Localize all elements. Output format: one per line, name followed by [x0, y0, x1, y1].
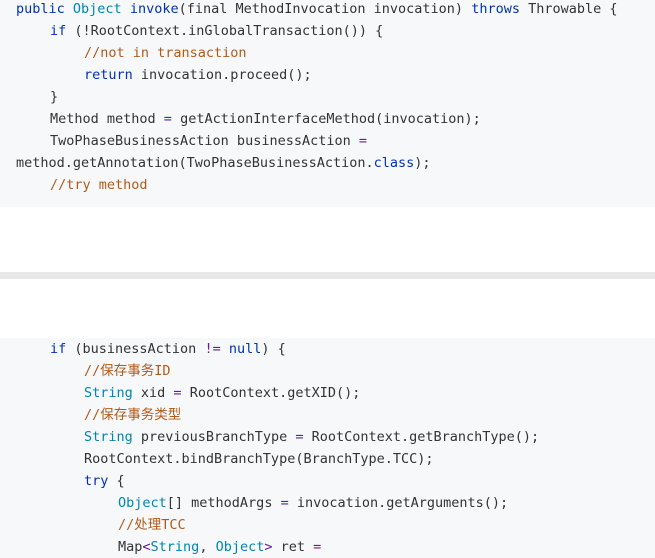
code-token: != — [204, 341, 221, 357]
code-line: String previousBranchType = RootContext.… — [84, 426, 539, 448]
code-token: String — [84, 385, 141, 401]
code-token: String — [150, 539, 200, 555]
code-line: RootContext.bindBranchType(BranchType.TC… — [84, 448, 434, 470]
code-line: method.getAnnotation(TwoPhaseBusinessAct… — [16, 152, 431, 174]
code-token: if — [50, 341, 75, 357]
code-token: invocation.proceed(); — [140, 67, 312, 83]
code-token: = — [358, 133, 367, 149]
code-token: Object — [118, 495, 167, 511]
code-token: class — [373, 155, 415, 171]
code-token: RootContext.getBranchType(); — [303, 429, 540, 445]
code-token: Throwable { — [519, 1, 618, 17]
code-token: xid — [140, 385, 174, 401]
code-token: { — [116, 473, 125, 489]
code-token: invocation.getArguments(); — [288, 495, 509, 511]
code-line: //not in transaction — [84, 42, 247, 64]
code-line: if (businessAction != null) { — [50, 338, 286, 360]
code-token: if — [50, 23, 75, 39]
code-token: (!RootContext.inGlobalTransaction()) { — [74, 23, 384, 39]
code-token: Map — [118, 539, 143, 555]
code-token: [] methodArgs — [166, 495, 281, 511]
code-token: (businessAction — [74, 341, 205, 357]
code-token: = — [313, 539, 322, 555]
code-token: try — [84, 473, 117, 489]
code-token: RootContext.bindBranchType(BranchType.TC… — [84, 451, 434, 467]
code-token: TwoPhaseBusinessAction businessAction — [50, 133, 359, 149]
code-line: //处理TCC — [118, 514, 186, 536]
code-token: RootContext.getXID(); — [181, 385, 361, 401]
code-token: invoke — [129, 1, 179, 17]
code-line: return invocation.proceed(); — [84, 64, 312, 86]
code-line: //保存事务类型 — [84, 404, 181, 426]
code-line: } — [50, 86, 58, 108]
code-line: try { — [84, 470, 125, 492]
code-token: //保存事务ID — [84, 363, 171, 379]
code-block-tcc: if (businessAction != null) { //保存事务ID Str… — [0, 338, 655, 558]
code-line: Map<String, Object> ret = — [118, 536, 321, 558]
code-line: Object[] methodArgs = invocation.getArgu… — [118, 492, 508, 514]
code-token: return — [84, 67, 141, 83]
code-token: , — [199, 539, 216, 555]
code-token: method.getAnnotation(TwoPhaseBusinessAct… — [16, 155, 374, 171]
code-token: //try method — [50, 177, 148, 193]
code-token: < — [142, 539, 151, 555]
code-token: ret — [280, 539, 314, 555]
code-token: throws — [471, 1, 520, 17]
code-token: null — [228, 341, 262, 357]
code-block-invoke: public Object invoke(final MethodInvocat… — [0, 0, 655, 207]
code-token: = — [280, 495, 289, 511]
code-line: Method method = getActionInterfaceMethod… — [50, 108, 481, 130]
code-token: = — [163, 111, 172, 127]
code-token: Method method — [50, 111, 164, 127]
code-token: ); — [414, 155, 431, 171]
code-token: ) { — [261, 341, 286, 357]
code-token: //not in transaction — [84, 45, 247, 61]
code-token: public — [16, 1, 73, 17]
code-token: Object — [72, 1, 130, 17]
code-token: Object — [215, 539, 265, 555]
code-token: } — [50, 89, 59, 105]
code-line: if (!RootContext.inGlobalTransaction()) … — [50, 20, 383, 42]
code-token: > — [264, 539, 281, 555]
code-line: TwoPhaseBusinessAction businessAction = — [50, 130, 367, 152]
code-token: //处理TCC — [118, 517, 186, 533]
code-token: //保存事务类型 — [84, 407, 182, 423]
section-divider — [0, 272, 655, 279]
code-token: = — [173, 385, 182, 401]
code-token: String — [84, 429, 141, 445]
code-token: getActionInterfaceMethod(invocation); — [171, 111, 481, 127]
code-line: //保存事务ID — [84, 360, 171, 382]
code-line: //try method — [50, 174, 148, 196]
code-token: (final MethodInvocation invocation) — [178, 1, 472, 17]
code-token: previousBranchType — [140, 429, 296, 445]
code-line: public Object invoke(final MethodInvocat… — [16, 0, 618, 20]
code-line: String xid = RootContext.getXID(); — [84, 382, 360, 404]
